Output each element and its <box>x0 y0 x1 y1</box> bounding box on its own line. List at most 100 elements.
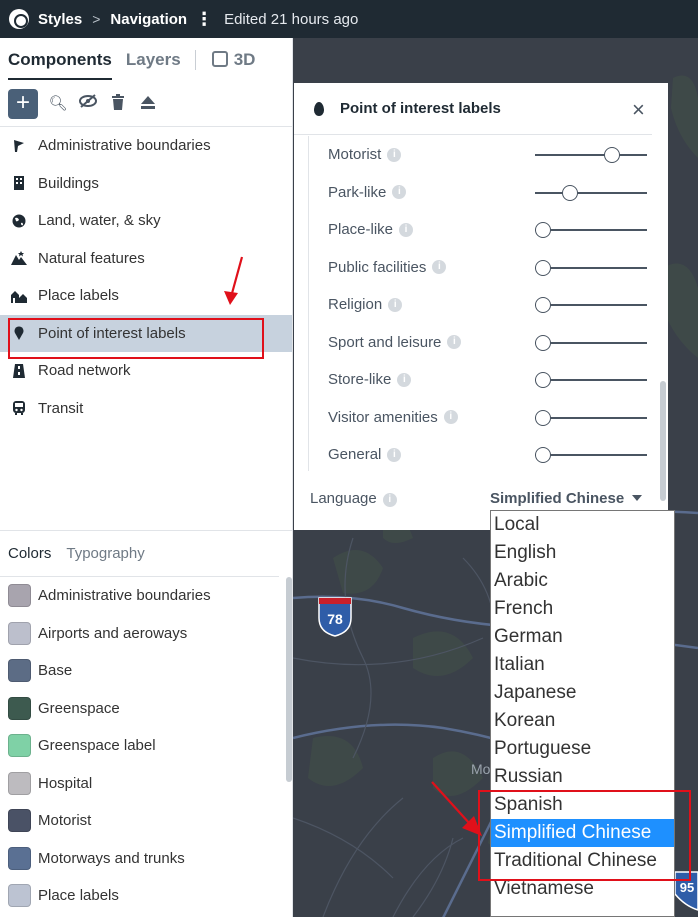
color-item[interactable]: Airports and aeroways <box>0 615 293 653</box>
language-row: Language i Simplified Chinese <box>310 490 650 507</box>
component-label: Place labels <box>38 287 119 305</box>
tab-components[interactable]: Components <box>8 50 112 80</box>
poi-category-row: Visitor amenities i <box>309 399 652 437</box>
slider-handle[interactable] <box>561 184 578 201</box>
component-administrative-boundaries[interactable]: Administrative boundaries <box>0 127 292 165</box>
breadcrumb-styles[interactable]: Styles <box>38 11 82 28</box>
density-slider[interactable] <box>535 447 647 463</box>
color-label: Motorways and trunks <box>38 849 185 867</box>
slider-handle[interactable] <box>535 259 551 276</box>
color-swatch[interactable] <box>8 771 31 795</box>
density-slider[interactable] <box>535 372 647 388</box>
color-swatch[interactable] <box>8 621 31 645</box>
info-icon: i <box>392 185 407 200</box>
color-swatch[interactable] <box>8 809 31 833</box>
annotation-highlight-box <box>8 318 264 359</box>
component-label: Administrative boundaries <box>38 137 211 155</box>
language-option[interactable]: Portuguese <box>491 735 674 763</box>
density-slider[interactable] <box>535 184 647 201</box>
slider-handle[interactable] <box>535 447 551 463</box>
poi-category-label: Sport and leisure <box>328 333 442 351</box>
poi-panel-scrollbar[interactable] <box>660 381 666 501</box>
poi-panel-header: Point of interest labels <box>294 83 652 135</box>
cube-icon <box>211 51 228 67</box>
components-list: Administrative boundaries Buildings Land… <box>0 127 292 427</box>
language-option[interactable]: English <box>491 539 674 567</box>
poi-category-row: General i <box>309 436 652 474</box>
slider-handle[interactable] <box>604 147 621 163</box>
tab-typography[interactable]: Typography <box>66 545 144 562</box>
language-select[interactable]: Simplified Chinese <box>490 490 643 507</box>
component-buildings[interactable]: Buildings <box>0 165 292 203</box>
color-item[interactable]: Hospital <box>0 765 293 803</box>
color-label: Motorist <box>38 812 92 830</box>
density-slider[interactable] <box>535 222 647 238</box>
color-list: Administrative boundaries Airports and ae… <box>0 577 293 915</box>
poi-category-row: Park-like i <box>309 174 652 212</box>
color-item[interactable]: Base <box>0 652 293 690</box>
language-option[interactable]: Korean <box>491 707 674 735</box>
color-label: Greenspace label <box>38 737 156 755</box>
info-icon: i <box>382 493 397 507</box>
poi-category-label: Religion <box>328 296 383 314</box>
poi-category-row: Religion i <box>309 286 652 324</box>
language-option[interactable]: Italian <box>491 651 674 679</box>
tab-layers[interactable]: Layers <box>126 50 181 70</box>
color-item[interactable]: Greenspace label <box>0 727 293 765</box>
language-option[interactable]: German <box>491 623 674 651</box>
eject-icon[interactable] <box>138 94 158 114</box>
road-icon <box>11 363 27 379</box>
color-item[interactable]: Motorways and trunks <box>0 840 293 878</box>
component-transit[interactable]: Transit <box>0 390 292 428</box>
component-natural-features[interactable]: Natural features <box>0 240 292 278</box>
density-slider[interactable] <box>535 147 647 163</box>
component-place-labels[interactable]: Place labels <box>0 277 292 315</box>
color-item[interactable]: Greenspace <box>0 690 293 728</box>
slider-handle[interactable] <box>535 297 551 313</box>
poi-category-label: Store-like <box>328 371 392 389</box>
slider-handle[interactable] <box>535 409 551 426</box>
tab-colors[interactable]: Colors <box>8 545 51 562</box>
language-selected-value: Simplified Chinese <box>490 490 625 507</box>
color-item[interactable]: Motorist <box>0 802 293 840</box>
language-option[interactable]: Arabic <box>491 567 674 595</box>
density-slider[interactable] <box>535 297 647 313</box>
component-label: Road network <box>38 362 131 380</box>
info-icon: i <box>432 260 447 275</box>
color-item[interactable]: Place labels <box>0 877 293 915</box>
svg-text:78: 78 <box>327 611 343 627</box>
language-option[interactable]: Local <box>491 511 674 539</box>
svg-text:Mo: Mo <box>471 761 491 777</box>
color-swatch[interactable] <box>8 884 31 908</box>
language-option[interactable]: French <box>491 595 674 623</box>
more-options-icon[interactable]: ⋮ <box>195 9 213 30</box>
trash-icon[interactable] <box>108 94 128 114</box>
search-icon[interactable]: 🔍︎ <box>48 94 68 114</box>
tab-3d[interactable]: 3D <box>211 50 255 70</box>
close-icon[interactable]: × <box>632 97 645 123</box>
density-slider[interactable] <box>535 409 647 426</box>
left-scrollbar[interactable] <box>286 577 292 782</box>
info-icon: i <box>388 297 403 312</box>
slider-handle[interactable] <box>535 372 551 388</box>
color-item[interactable]: Administrative boundaries <box>0 577 293 615</box>
slider-handle[interactable] <box>535 334 551 351</box>
color-swatch[interactable] <box>8 659 31 683</box>
add-component-button[interactable]: + <box>8 89 38 119</box>
color-swatch[interactable] <box>8 696 31 720</box>
color-swatch[interactable] <box>8 584 31 608</box>
building-icon <box>11 175 27 191</box>
poi-panel-title: Point of interest labels <box>340 100 501 117</box>
hide-icon[interactable] <box>78 94 98 114</box>
language-option[interactable]: Russian <box>491 763 674 791</box>
component-land-water-sky[interactable]: Land, water, & sky <box>0 202 292 240</box>
mapbox-logo-icon[interactable] <box>9 9 29 29</box>
panel-tabs: Components Layers 3D <box>0 38 292 82</box>
color-swatch[interactable] <box>8 846 31 870</box>
breadcrumb-style-name[interactable]: Navigation <box>110 11 187 28</box>
slider-handle[interactable] <box>535 222 551 238</box>
color-swatch[interactable] <box>8 734 31 758</box>
density-slider[interactable] <box>535 334 647 351</box>
language-option[interactable]: Japanese <box>491 679 674 707</box>
density-slider[interactable] <box>535 259 647 276</box>
